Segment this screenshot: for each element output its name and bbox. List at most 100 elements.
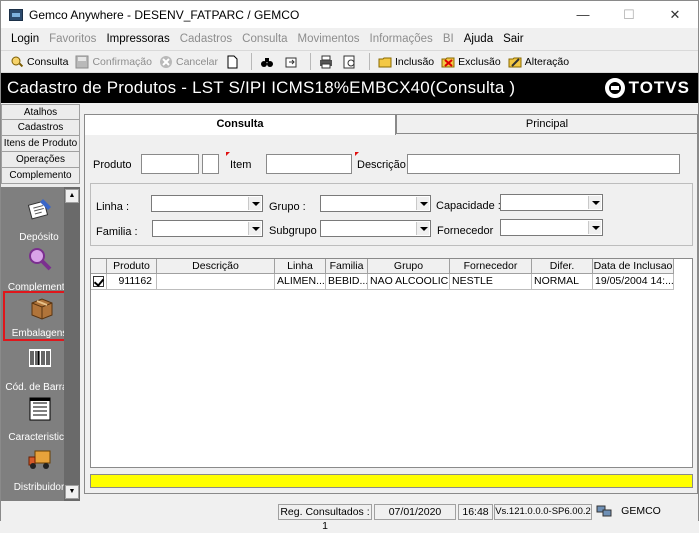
row-checkbox[interactable] — [91, 274, 107, 290]
toolbar: Consulta Confirmação Cancelar Inclusão E… — [1, 50, 698, 73]
form-header: Cadastro de Produtos - LST S/IPI ICMS18%… — [1, 73, 698, 103]
deposit-icon — [26, 195, 54, 223]
left-tab-operacoes[interactable]: Operações — [1, 152, 80, 168]
cell-descricao — [157, 274, 275, 290]
grid-header-descricao[interactable]: Descrição — [157, 259, 275, 274]
grid-header-familia[interactable]: Familia — [326, 259, 368, 274]
form-title: Cadastro de Produtos - LST S/IPI ICMS18%… — [7, 78, 516, 97]
tab-principal[interactable]: Principal — [396, 114, 698, 134]
tab-consulta[interactable]: Consulta — [84, 114, 396, 135]
exclusao-button[interactable]: Exclusão — [438, 52, 504, 72]
scroll-down-icon[interactable]: ▼ — [65, 485, 79, 499]
grupo-label: Grupo : — [269, 201, 306, 213]
confirmacao-label: Confirmação — [92, 55, 152, 68]
subgrupo-select[interactable] — [320, 220, 431, 237]
inclusao-label: Inclusão — [395, 55, 435, 68]
chevron-down-icon — [416, 222, 429, 235]
left-tab-complemento[interactable]: Complemento — [1, 168, 80, 184]
minimize-button[interactable]: — — [560, 1, 606, 28]
maximize-button[interactable]: ☐ — [606, 1, 652, 28]
menu-ajuda[interactable]: Ajuda — [460, 33, 497, 45]
tab-strip: Consulta Principal — [84, 114, 698, 135]
fornecedor-label: Fornecedor — [437, 225, 494, 237]
search-row: Produto Item Descrição — [89, 152, 689, 174]
magnifier-icon — [26, 245, 54, 273]
find-button[interactable] — [257, 52, 280, 72]
shortcut-scrollbar[interactable]: ▲ ▼ — [64, 187, 80, 501]
export-icon — [284, 55, 298, 69]
menu-consulta[interactable]: Consulta — [238, 33, 291, 45]
barcode-icon — [26, 345, 54, 373]
required-marker — [355, 152, 359, 156]
toolbar-separator — [251, 53, 253, 70]
print-button[interactable] — [316, 52, 339, 72]
capacidade-select[interactable] — [500, 194, 603, 211]
document-icon — [225, 55, 239, 69]
new-document-button[interactable] — [222, 52, 245, 72]
preview-button[interactable] — [340, 52, 363, 72]
menu-login[interactable]: Login — [7, 33, 43, 45]
grid-header-linha[interactable]: Linha — [275, 259, 326, 274]
subgrupo-label: Subgrupo : — [269, 225, 323, 237]
folder-edit-icon — [508, 55, 522, 69]
exclusao-label: Exclusão — [458, 55, 501, 68]
results-grid: Produto Descrição Linha Familia Grupo Fo… — [90, 258, 693, 468]
menu-sair[interactable]: Sair — [499, 33, 527, 45]
cell-produto: 911162 — [107, 274, 157, 290]
linha-select[interactable] — [151, 195, 263, 212]
cancelar-label: Cancelar — [175, 55, 219, 68]
table-row[interactable]: 911162 ALIMEN... BEBID... NAO ALCOOLIC..… — [91, 274, 692, 290]
consulta-button[interactable]: Consulta — [7, 52, 71, 72]
menu-impressoras[interactable]: Impressoras — [102, 33, 173, 45]
window-title: Gemco Anywhere - DESENV_FATPARC / GEMCO — [29, 7, 300, 22]
inclusao-button[interactable]: Inclusão — [375, 52, 437, 72]
status-time: 16:48 — [458, 504, 493, 520]
produto-digit-input[interactable] — [202, 154, 219, 174]
cancelar-button[interactable]: Cancelar — [156, 52, 221, 72]
message-bar — [90, 474, 693, 488]
cell-fornecedor: NESTLE — [450, 274, 532, 290]
grid-header-fornecedor[interactable]: Fornecedor — [450, 259, 532, 274]
cell-grupo: NAO ALCOOLIC... — [368, 274, 450, 290]
network-icon — [594, 504, 614, 520]
left-panel: Atalhos Cadastros Itens de Produto Opera… — [1, 104, 80, 501]
shortcut-icon-panel: Depósito Complemento Embalagens Cód. de … — [1, 187, 80, 501]
produto-input[interactable] — [141, 154, 199, 174]
cell-difer: NORMAL — [532, 274, 593, 290]
scroll-up-icon[interactable]: ▲ — [65, 189, 79, 203]
item-label: Item — [230, 159, 252, 171]
title-bar: Gemco Anywhere - DESENV_FATPARC / GEMCO … — [1, 1, 698, 28]
left-tab-itens-de-produto[interactable]: Itens de Produto — [1, 136, 80, 152]
familia-select[interactable] — [152, 220, 263, 237]
list-icon — [26, 395, 54, 423]
alteracao-button[interactable]: Alteração — [505, 52, 572, 72]
grid-header-data-inclusao[interactable]: Data de Inclusao — [593, 259, 674, 274]
status-company: GEMCO — [616, 504, 666, 520]
status-reg-consultados: Reg. Consultados : 1 — [278, 504, 372, 532]
grupo-select[interactable] — [320, 195, 431, 212]
hand-search-icon — [10, 55, 24, 69]
grid-header-grupo[interactable]: Grupo — [368, 259, 450, 274]
cell-familia: BEBID... — [326, 274, 368, 290]
cell-data-inclusao: 19/05/2004 14:... — [593, 274, 674, 290]
item-input[interactable] — [266, 154, 352, 174]
descricao-input[interactable] — [407, 154, 680, 174]
menu-cadastros[interactable]: Cadastros — [176, 33, 236, 45]
left-tab-cadastros[interactable]: Cadastros — [1, 120, 80, 136]
grid-header-difer[interactable]: Difer. — [532, 259, 593, 274]
left-tab-atalhos[interactable]: Atalhos — [1, 104, 80, 120]
menu-movimentos[interactable]: Movimentos — [294, 33, 364, 45]
consulta-panel: Produto Item Descrição Linha : Grupo : C… — [84, 133, 698, 494]
chevron-down-icon — [416, 197, 429, 210]
chevron-down-icon — [248, 222, 261, 235]
confirmacao-button[interactable]: Confirmação — [72, 52, 155, 72]
menu-bi[interactable]: BI — [439, 33, 458, 45]
menu-informacoes[interactable]: Informações — [366, 33, 437, 45]
close-button[interactable]: ✕ — [652, 1, 698, 28]
linha-label: Linha : — [96, 201, 130, 213]
fornecedor-select[interactable] — [500, 219, 603, 236]
status-date: 07/01/2020 — [374, 504, 456, 520]
grid-header-produto[interactable]: Produto — [107, 259, 157, 274]
menu-favoritos[interactable]: Favoritos — [45, 33, 100, 45]
export-button[interactable] — [281, 52, 304, 72]
